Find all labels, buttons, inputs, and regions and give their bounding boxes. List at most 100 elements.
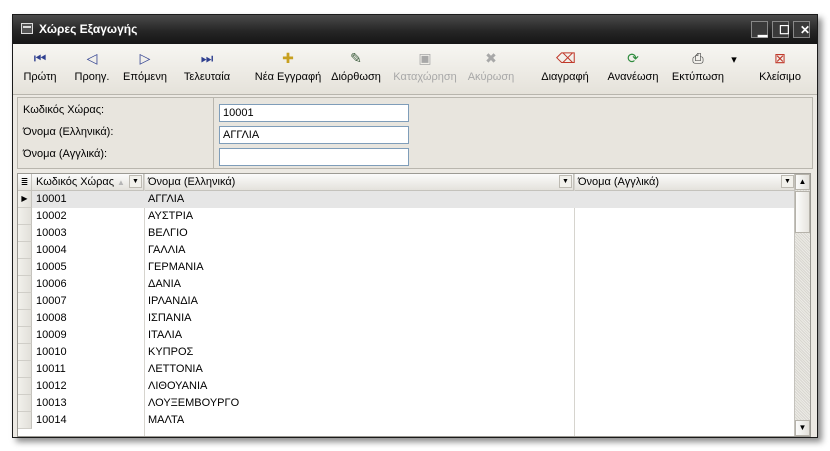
row-indicator[interactable]	[18, 293, 32, 310]
toolbar-button-label: Πρώτη	[23, 71, 57, 83]
toolbar-button-label: Προηγ.	[74, 71, 110, 83]
row-indicator[interactable]	[18, 310, 32, 327]
row-indicator[interactable]	[18, 276, 32, 293]
scroll-down-icon[interactable]: ▼	[795, 420, 810, 436]
scroll-up-icon[interactable]: ▲	[795, 174, 810, 190]
cell-name-el[interactable]: ΜΑΛΤΑ	[144, 412, 574, 429]
toolbar-button-10[interactable]: ⎙ Εκτύπωση	[669, 46, 727, 92]
name-english-input[interactable]	[219, 148, 409, 166]
name-greek-input[interactable]	[219, 126, 409, 144]
cell-name-en[interactable]	[574, 208, 796, 225]
cell-name-en[interactable]	[574, 378, 796, 395]
cell-name-en[interactable]	[574, 242, 796, 259]
row-indicator[interactable]	[18, 242, 32, 259]
cell-code[interactable]: 10007	[32, 293, 144, 310]
cell-name-en[interactable]	[574, 225, 796, 242]
cell-code[interactable]: 10013	[32, 395, 144, 412]
cell-name-en[interactable]	[574, 361, 796, 378]
cell-name-el[interactable]: ΙΡΛΑΝΔΙΑ	[144, 293, 574, 310]
cell-name-el[interactable]: ΑΥΣΤΡΙΑ	[144, 208, 574, 225]
cell-code[interactable]: 10012	[32, 378, 144, 395]
minimize-button[interactable]: ▁	[751, 21, 768, 38]
cell-name-el[interactable]: ΑΓΓΛΙΑ	[144, 191, 574, 208]
cell-code[interactable]: 10002	[32, 208, 144, 225]
cell-code[interactable]: 10010	[32, 344, 144, 361]
row-indicator[interactable]	[18, 327, 32, 344]
cell-code[interactable]: 10003	[32, 225, 144, 242]
toolbar-button-label: ▾	[731, 54, 737, 66]
cell-name-el[interactable]: ΙΣΠΑΝΙΑ	[144, 310, 574, 327]
toolbar-button-label: Ακύρωση	[467, 71, 515, 83]
row-indicator[interactable]: ▶	[18, 191, 32, 208]
cell-code[interactable]: 10011	[32, 361, 144, 378]
cell-code[interactable]: 10014	[32, 412, 144, 429]
scroll-thumb[interactable]	[795, 191, 810, 233]
row-indicator[interactable]	[18, 225, 32, 242]
cell-code[interactable]: 10005	[32, 259, 144, 276]
cell-name-el[interactable]: ΚΥΠΡΟΣ	[144, 344, 574, 361]
toolbar-button-11[interactable]: ▾	[727, 46, 741, 92]
cell-name-el[interactable]: ΙΤΑΛΙΑ	[144, 327, 574, 344]
row-indicator[interactable]	[18, 412, 32, 429]
row-indicator[interactable]	[18, 395, 32, 412]
toolbar-button-3[interactable]: ⏭ Τελευταία	[177, 46, 237, 92]
vertical-scrollbar[interactable]: ▲ ▼	[794, 174, 810, 436]
close-form-icon: ⊠	[774, 50, 786, 66]
countries-grid[interactable]: ≣ Κωδικός Χώρας ▲ ▼ Όνομα (Ελληνικά) ▼ Όν…	[17, 173, 811, 437]
toolbar-button-7[interactable]: ✖ Ακύρωση	[465, 46, 517, 92]
toolbar-button-4[interactable]: ✚ Νέα Εγγραφή	[249, 46, 327, 92]
cell-name-en[interactable]	[574, 327, 796, 344]
window-title: Χώρες Εξαγωγής	[39, 22, 138, 36]
toolbar-button-6[interactable]: ▣ Καταχώρηση	[393, 46, 457, 92]
column-header-name-english[interactable]: Όνομα (Αγγλικά) ▼	[574, 174, 796, 191]
cell-code[interactable]: 10009	[32, 327, 144, 344]
column-header-code[interactable]: Κωδικός Χώρας ▲ ▼	[32, 174, 144, 191]
close-window-button[interactable]: ✕	[793, 21, 810, 38]
column-filter-dropdown-icon[interactable]: ▼	[559, 175, 572, 188]
printer-icon: ⎙	[692, 50, 704, 66]
row-indicator[interactable]	[18, 378, 32, 395]
title-bar[interactable]: Χώρες Εξαγωγής ▁ ☐ ✕	[13, 15, 817, 44]
cell-name-el[interactable]: ΓΑΛΛΙΑ	[144, 242, 574, 259]
column-filter-dropdown-icon[interactable]: ▼	[129, 175, 142, 188]
cell-code[interactable]: 10001	[32, 191, 144, 208]
cell-code[interactable]: 10006	[32, 276, 144, 293]
toolbar-button-8[interactable]: ⌫ Διαγραφή	[535, 46, 595, 92]
toolbar-button-1[interactable]: ◁ Προηγ.	[69, 46, 115, 92]
cell-name-el[interactable]: ΛΟΥΞΕΜΒΟΥΡΓΟ	[144, 395, 574, 412]
cell-name-el[interactable]: ΔΑΝΙΑ	[144, 276, 574, 293]
cell-name-el[interactable]: ΒΕΛΓΙΟ	[144, 225, 574, 242]
cell-code[interactable]: 10008	[32, 310, 144, 327]
grid-column-chooser-icon[interactable]: ≣	[18, 174, 32, 191]
toolbar-button-9[interactable]: ⟳ Ανανέωση	[601, 46, 665, 92]
maximize-button[interactable]: ☐	[772, 21, 790, 38]
row-indicator[interactable]	[18, 259, 32, 276]
toolbar-button-label: Κλείσιμο	[759, 71, 801, 83]
row-indicator[interactable]	[18, 344, 32, 361]
row-indicator[interactable]	[18, 208, 32, 225]
delete-eraser-icon: ⌫	[556, 50, 576, 66]
column-filter-dropdown-icon[interactable]: ▼	[781, 175, 794, 188]
cell-name-el[interactable]: ΛΙΘΟΥΑΝΙΑ	[144, 378, 574, 395]
toolbar-button-0[interactable]: ⏮ Πρώτη	[21, 46, 59, 92]
cell-name-el[interactable]: ΓΕΡΜΑΝΙΑ	[144, 259, 574, 276]
cell-name-en[interactable]	[574, 191, 796, 208]
cell-name-en[interactable]	[574, 259, 796, 276]
cell-name-en[interactable]	[574, 276, 796, 293]
cell-name-en[interactable]	[574, 395, 796, 412]
column-header-name-greek[interactable]: Όνομα (Ελληνικά) ▼	[144, 174, 574, 191]
cell-name-en[interactable]	[574, 344, 796, 361]
cell-name-el[interactable]: ΛΕΤΤΟΝΙΑ	[144, 361, 574, 378]
sort-arrow-icon: ▲	[117, 178, 125, 187]
row-indicator[interactable]	[18, 361, 32, 378]
toolbar-button-2[interactable]: ▷ Επόμενη	[119, 46, 171, 92]
column-header-name-greek-label: Όνομα (Ελληνικά)	[148, 176, 236, 188]
toolbar-button-5[interactable]: ✎ Διόρθωση	[331, 46, 381, 92]
toolbar-button-12[interactable]: ⊠ Κλείσιμο	[749, 46, 811, 92]
country-code-input[interactable]	[219, 104, 409, 122]
cell-name-en[interactable]	[574, 310, 796, 327]
cell-name-en[interactable]	[574, 293, 796, 310]
cell-code[interactable]: 10004	[32, 242, 144, 259]
cell-name-en[interactable]	[574, 412, 796, 429]
toolbar-button-label: Ανανέωση	[607, 71, 659, 83]
